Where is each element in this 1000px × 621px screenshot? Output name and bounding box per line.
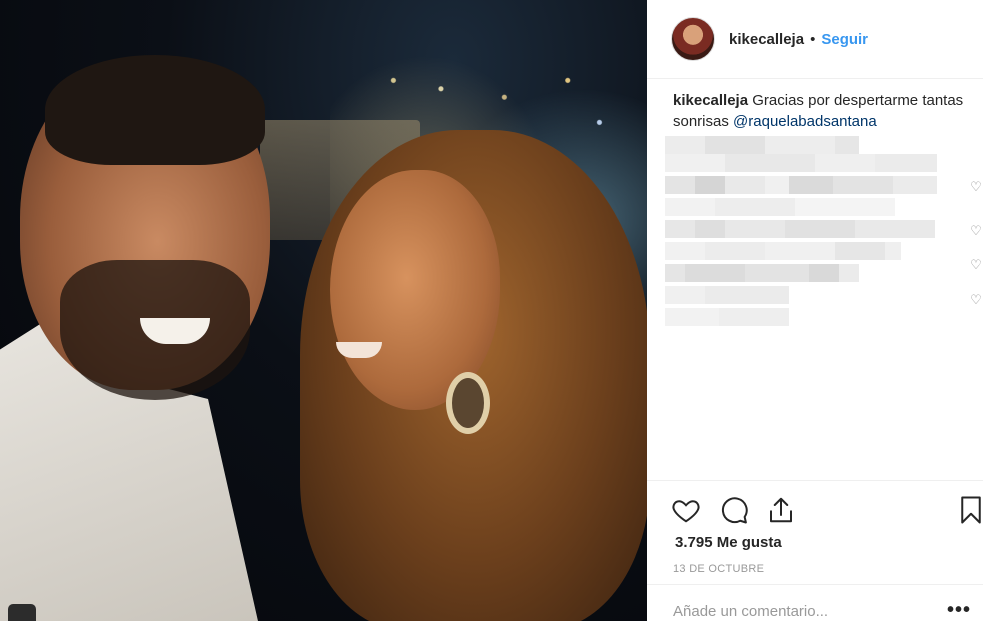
more-options-button[interactable]: ••• — [947, 600, 971, 620]
header-username[interactable]: kikecalleja — [729, 31, 804, 48]
post-details-panel: kikecalleja • Seguir kikecalleja Gracias… — [647, 0, 1000, 621]
blurred-comment-row — [665, 264, 859, 282]
follow-button[interactable]: Seguir — [821, 31, 868, 48]
earring — [446, 372, 490, 434]
bookmark-icon[interactable] — [956, 495, 986, 525]
comment-like-icon[interactable]: ♡ — [969, 180, 983, 194]
post-header: kikecalleja • Seguir — [647, 0, 983, 79]
comment-like-icon[interactable]: ♡ — [969, 258, 983, 272]
blurred-comment-row — [665, 286, 789, 304]
blurred-comment-row — [665, 198, 895, 216]
heart-icon[interactable] — [671, 495, 701, 525]
comment-like-icon[interactable]: ♡ — [969, 293, 983, 307]
action-bar — [647, 480, 983, 540]
post-caption: kikecalleja Gracias por despertarme tant… — [673, 90, 978, 132]
blurred-comment-row — [665, 220, 935, 238]
man-hair — [45, 55, 265, 165]
blurred-comment-row — [665, 308, 789, 326]
blurred-comment-row — [665, 136, 859, 154]
comment-box: ••• — [647, 584, 983, 621]
avatar[interactable] — [671, 17, 715, 61]
comment-icon[interactable] — [719, 495, 749, 525]
likes-count[interactable]: 3.795 Me gusta — [675, 534, 782, 551]
blurred-comment-row — [665, 242, 901, 260]
blurred-comment-row — [665, 154, 937, 172]
comment-input[interactable] — [673, 603, 933, 620]
post-photo[interactable] — [0, 0, 647, 621]
camera-icon — [8, 604, 36, 621]
share-icon[interactable] — [766, 495, 796, 525]
caption-username[interactable]: kikecalleja — [673, 92, 748, 109]
post-date[interactable]: 13 DE OCTUBRE — [673, 563, 764, 575]
blurred-comments: ♡ ♡ ♡ ♡ — [665, 136, 985, 336]
caption-mention[interactable]: @raquelabadsantana — [733, 113, 877, 130]
comment-like-icon[interactable]: ♡ — [969, 224, 983, 238]
separator-dot: • — [810, 30, 816, 48]
blurred-comment-row — [665, 176, 937, 194]
